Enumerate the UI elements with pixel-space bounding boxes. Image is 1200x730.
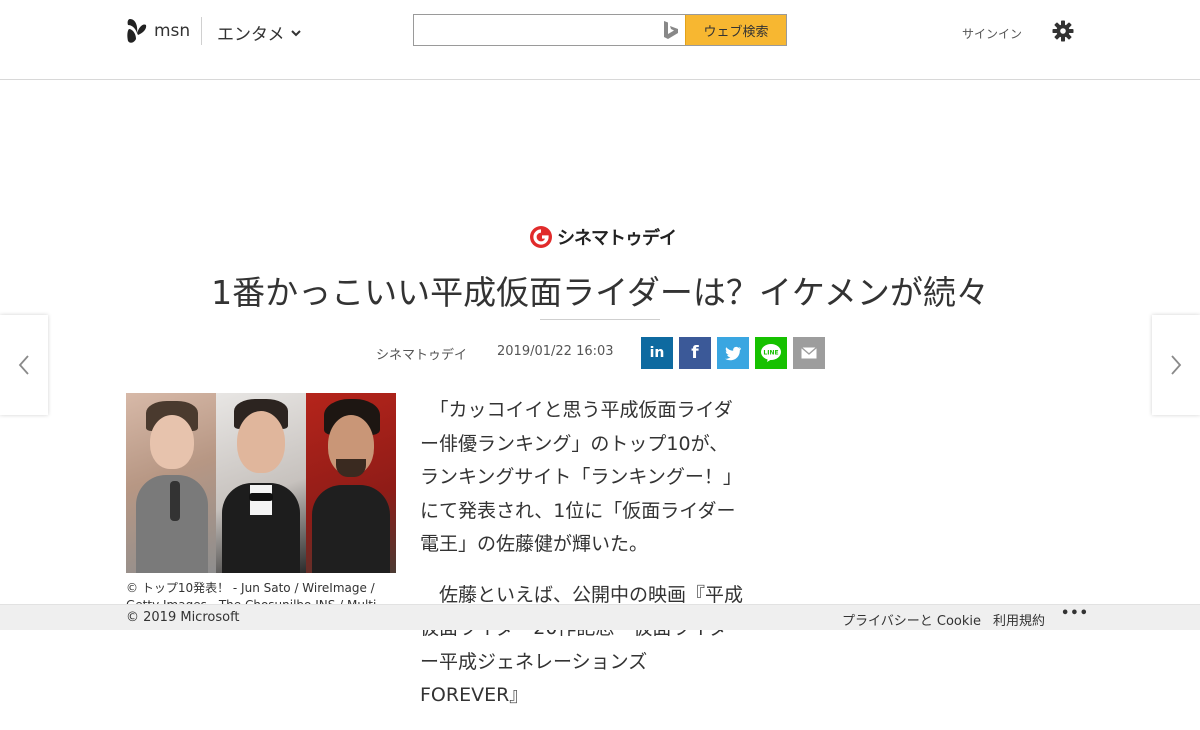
- byline: シネマトゥデイ 2019/01/22 16:03: [376, 344, 614, 363]
- chevron-right-icon: [1171, 355, 1182, 375]
- linkedin-icon: in: [649, 345, 665, 361]
- search-box: ウェブ検索: [413, 14, 787, 46]
- chevron-left-icon: [18, 355, 29, 375]
- publisher-logo[interactable]: シネマトゥデイ: [529, 224, 677, 250]
- chevron-down-icon: [290, 29, 301, 36]
- copyright: © 2019 Microsoft: [126, 610, 240, 625]
- line-icon-label: LINE: [763, 350, 778, 357]
- share-twitter-button[interactable]: [717, 337, 749, 369]
- actor-photo-right: [306, 393, 396, 573]
- section-menu[interactable]: エンタメ: [217, 20, 301, 45]
- article-paragraph: 「カッコイイと思う平成仮面ライダー俳優ランキング」のトップ10が、ランキングサイ…: [420, 399, 742, 555]
- header-divider: [201, 17, 202, 45]
- cinematoday-logo-icon: [530, 226, 552, 248]
- previous-article-button[interactable]: [0, 315, 48, 415]
- gear-icon: [1052, 20, 1074, 42]
- publisher-name: シネマトゥデイ: [557, 228, 677, 249]
- search-input[interactable]: [414, 15, 686, 45]
- twitter-icon: [725, 346, 741, 360]
- line-icon: LINE: [761, 344, 781, 362]
- terms-link[interactable]: 利用規約: [993, 610, 1045, 629]
- facebook-icon: f: [691, 343, 699, 363]
- settings-button[interactable]: [1052, 20, 1074, 46]
- share-line-button[interactable]: LINE: [755, 337, 787, 369]
- article-body: 「カッコイイと思う平成仮面ライダー俳優ランキング」のトップ10が、ランキングサイ…: [420, 394, 746, 730]
- share-email-button[interactable]: [793, 337, 825, 369]
- site-footer: © 2019 Microsoft プライバシーと Cookie 利用規約 •••: [0, 604, 1200, 630]
- more-options-button[interactable]: •••: [1061, 606, 1089, 621]
- ad-space: [0, 81, 1200, 211]
- privacy-link[interactable]: プライバシーと Cookie: [842, 610, 981, 629]
- bing-icon: [664, 21, 678, 39]
- site-header: msn エンタメ ウェブ検索 サインイン: [0, 0, 1200, 80]
- msn-logo[interactable]: msn: [126, 17, 190, 45]
- signin-link[interactable]: サインイン: [962, 25, 1022, 42]
- actor-photo-center: [216, 393, 306, 573]
- section-label: エンタメ: [217, 25, 285, 45]
- byline-source[interactable]: シネマトゥデイ: [376, 344, 467, 363]
- byline-date: 2019/01/22 16:03: [497, 344, 614, 359]
- article-image[interactable]: [126, 393, 396, 573]
- share-facebook-button[interactable]: f: [679, 337, 711, 369]
- article-paragraph: 佐藤といえば、公開中の映画『平成仮面ライダー20作記念 仮面ライダー平成ジェネレ…: [420, 583, 744, 707]
- envelope-icon: [801, 347, 817, 359]
- brand-name: msn: [154, 21, 191, 41]
- next-article-button[interactable]: [1152, 315, 1200, 415]
- web-search-button[interactable]: ウェブ検索: [685, 15, 786, 45]
- share-linkedin-button[interactable]: in: [641, 337, 673, 369]
- butterfly-icon: [127, 19, 147, 43]
- article-title: 1番かっこいい平成仮面ライダーは？イケメンが続々: [211, 273, 989, 312]
- actor-photo-left: [126, 393, 216, 573]
- title-divider: [540, 319, 660, 320]
